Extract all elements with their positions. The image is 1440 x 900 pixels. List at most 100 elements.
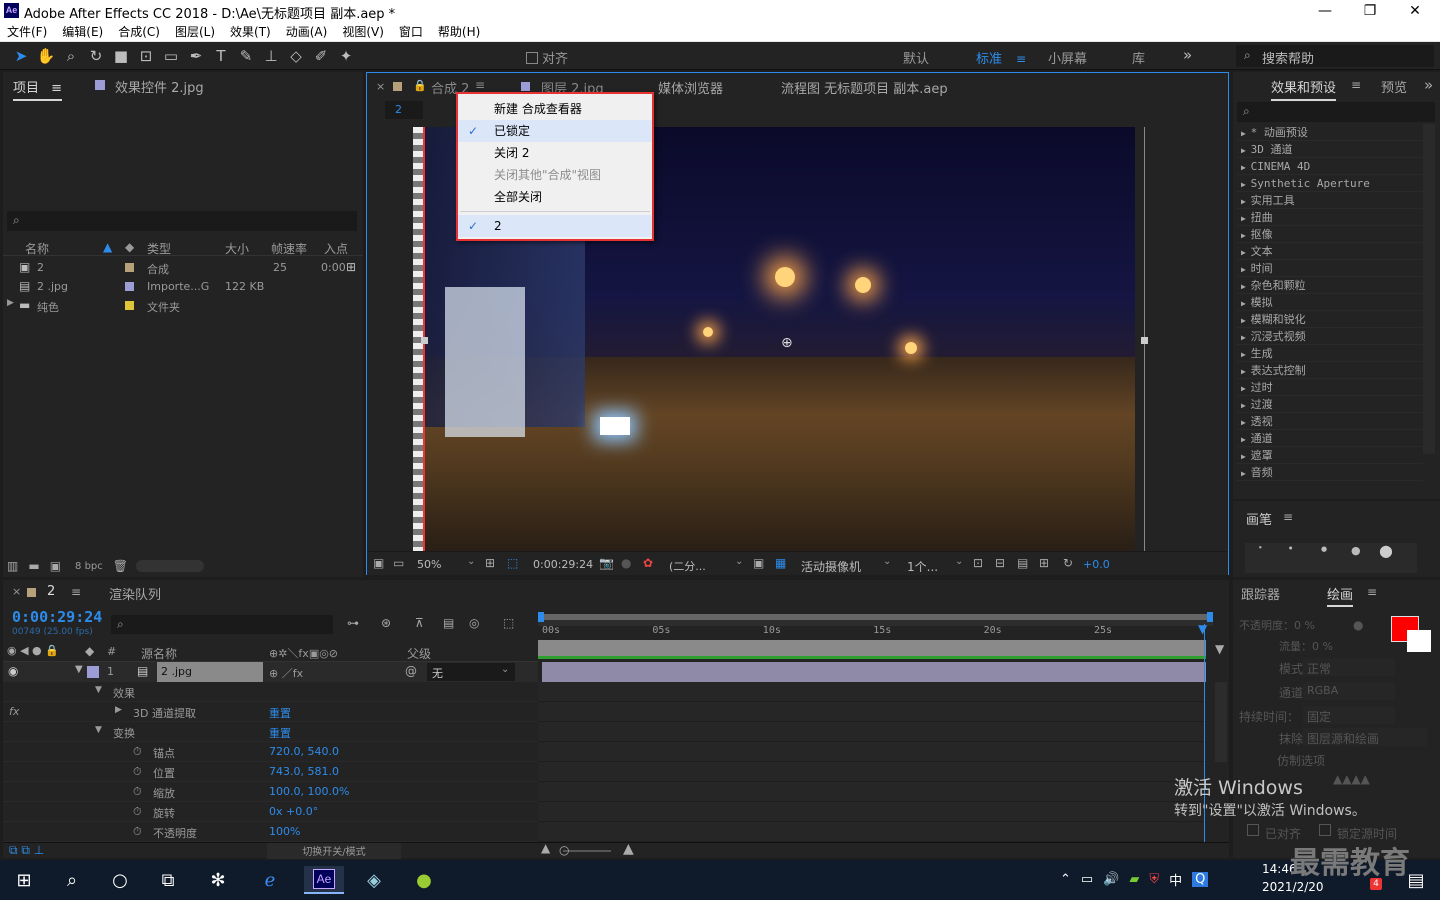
show-snapshot-icon[interactable]: ● [621, 556, 631, 570]
menu-edit[interactable]: 编辑(E) [62, 22, 103, 42]
work-area-start-handle[interactable] [538, 612, 544, 622]
close-button[interactable]: ✕ [1392, 0, 1438, 22]
layer-duration-bar[interactable] [542, 662, 1206, 682]
effects-category[interactable]: ▶ 文本 [1237, 243, 1423, 260]
shy-layers-icon[interactable]: ⊼ [415, 616, 424, 630]
fx-icon[interactable]: fx [9, 705, 19, 718]
network-icon[interactable]: ▭ [1081, 872, 1093, 887]
camera-dropdown[interactable]: 活动摄像机 [801, 558, 861, 575]
layer-row[interactable]: ◉ ▼ 1 ▤ 2 .jpg ⊕ ／fx @ 无 ⌄ [3, 662, 538, 682]
view-layout-dropdown[interactable]: 1个... [907, 558, 938, 575]
property-track[interactable] [538, 782, 1206, 802]
menu-locked[interactable]: ✓ 已锁定 [458, 120, 652, 142]
project-row[interactable]: ▶ ▬ 纯色 文件夹 [3, 296, 363, 315]
thumbnail-slider[interactable] [136, 560, 204, 572]
expand-arrow-icon[interactable]: ▶ [1241, 367, 1251, 376]
menu-new-comp-viewer[interactable]: 新建 合成查看器 [458, 98, 652, 120]
menu-window[interactable]: 窗口 [399, 22, 423, 42]
expand-arrow-icon[interactable]: ▶ [1241, 231, 1251, 240]
panel-menu-icon[interactable]: ≡ [475, 78, 485, 92]
aligned-checkbox[interactable] [1247, 824, 1259, 836]
mask-visibility-icon[interactable]: ⬚ [507, 556, 518, 570]
workspace-small-screen[interactable]: 小屏幕 [1048, 48, 1087, 67]
toggle-pixel-aspect-icon[interactable]: ⊡ [973, 556, 983, 570]
expand-arrow-icon[interactable]: ▶ [1241, 418, 1251, 427]
interpret-footage-icon[interactable]: ▥ [7, 559, 18, 573]
lock-source-checkbox[interactable] [1319, 824, 1331, 836]
zoom-dropdown[interactable]: 50% [417, 558, 441, 571]
effects-search-input[interactable]: ⌕ [1237, 102, 1435, 122]
expand-arrow-icon[interactable]: ▶ [1241, 401, 1251, 410]
channel-dropdown[interactable]: RGBA [1303, 682, 1395, 700]
motion-blur-icon[interactable]: ◎ [469, 616, 479, 630]
effects-category[interactable]: ▶ 杂色和颗粒 [1237, 277, 1423, 294]
hand-tool-icon[interactable]: ✋ [35, 45, 57, 67]
layer-handle[interactable] [1141, 337, 1148, 344]
timeline-nav-icon[interactable]: ▼ [1215, 642, 1224, 656]
effects-scrollbar[interactable] [1423, 124, 1435, 454]
project-search-input[interactable]: ⌕ [7, 211, 357, 231]
workspace-library[interactable]: 库 [1132, 48, 1145, 67]
property-row[interactable]: ⏱ 不透明度 100% [3, 822, 538, 842]
menu-file[interactable]: 文件(F) [7, 22, 47, 42]
flowchart-icon[interactable]: ⊞ [1039, 556, 1049, 570]
monitor-icon[interactable]: ▭ [393, 556, 404, 570]
col-in-point[interactable]: 入点 [324, 240, 348, 257]
volume-icon[interactable]: 🔊 [1103, 872, 1119, 887]
panel-menu-icon[interactable]: ≡ [51, 81, 62, 96]
comp-subtab[interactable]: 2 [385, 101, 423, 119]
stopwatch-icon[interactable]: ⏱ [133, 765, 142, 779]
expand-arrow-icon[interactable]: ▶ [1241, 248, 1251, 257]
expand-arrow-icon[interactable]: ▶ [1241, 350, 1251, 359]
property-value[interactable]: 720.0, 540.0 [269, 745, 339, 758]
menu-composition[interactable]: 合成(C) [118, 22, 160, 42]
more-panels-icon[interactable]: » [1424, 76, 1433, 94]
draft-3d-icon[interactable]: ⊛ [381, 616, 391, 630]
app-ball-icon[interactable]: ● [404, 866, 444, 894]
effects-category[interactable]: ▶ 3D 通道 [1237, 141, 1423, 158]
tab-paint[interactable]: 绘画 [1327, 584, 1354, 607]
expand-arrow-icon[interactable]: ▶ [1241, 129, 1251, 138]
pen-tool-icon[interactable]: ✒ [185, 45, 207, 67]
project-row[interactable]: ▣ 2 合成 25 0:00 ⊞ [3, 258, 363, 277]
grid-guide-icon[interactable]: ⊞ [485, 556, 495, 570]
menu-comp-2[interactable]: ✓ 2 [458, 215, 652, 237]
expand-arrow-icon[interactable]: ▶ [1241, 435, 1251, 444]
tab-flowchart[interactable]: 流程图 无标题项目 副本.aep [781, 78, 948, 97]
clock-date[interactable]: 2021/2/20 [1262, 880, 1324, 894]
flowchart-icon[interactable]: ⊞ [346, 260, 356, 274]
puppet-tool-icon[interactable]: ✦ [335, 45, 357, 67]
expand-arrow-icon[interactable]: ▶ [1241, 197, 1251, 206]
tab-preview[interactable]: 预览 [1381, 77, 1407, 96]
pan-behind-tool-icon[interactable]: ⊡ [135, 45, 157, 67]
align-checkbox[interactable] [526, 51, 538, 64]
effects-category[interactable]: ▶ 过时 [1237, 379, 1423, 396]
property-value[interactable]: 重置 [269, 725, 291, 741]
menu-layer[interactable]: 图层(L) [175, 22, 215, 42]
panel-menu-icon[interactable]: ≡ [71, 585, 81, 599]
effects-category[interactable]: ▶ 生成 [1237, 345, 1423, 362]
paint-opacity[interactable]: 不透明度：0 % [1239, 617, 1315, 633]
property-value[interactable]: 0x +0.0° [269, 805, 318, 818]
tab-timeline-comp[interactable]: 2 [47, 584, 55, 599]
timeline-icon[interactable]: ▤ [1017, 556, 1028, 570]
rectangle-tool-icon[interactable]: ▭ [160, 45, 182, 67]
transparency-grid-icon[interactable]: ▦ [775, 556, 786, 570]
property-track[interactable] [538, 762, 1206, 782]
stopwatch-icon[interactable]: ⏱ [133, 825, 142, 839]
search-help-field[interactable]: ⌕ 搜索帮助 [1236, 45, 1434, 67]
menu-effect[interactable]: 效果(T) [230, 22, 271, 42]
effects-category[interactable]: ▶ 时间 [1237, 260, 1423, 277]
erase-dropdown[interactable]: 图层源和绘画 [1303, 728, 1427, 746]
panel-menu-icon[interactable]: ≡ [1351, 78, 1361, 92]
clone-stamp-tool-icon[interactable]: ⊥ [260, 45, 282, 67]
property-row[interactable]: ⏱ 缩放 100.0, 100.0% [3, 782, 538, 802]
panel-menu-icon[interactable]: ≡ [1283, 510, 1293, 524]
workspace-menu-icon[interactable]: ≡ [1016, 52, 1026, 66]
brush-tool-icon[interactable]: ✎ [235, 45, 257, 67]
layer-switches[interactable]: ⊕ ／fx [269, 665, 303, 681]
col-source-name[interactable]: 源名称 [141, 645, 177, 662]
effects-category[interactable]: ▶ 模拟 [1237, 294, 1423, 311]
property-value[interactable]: 100% [269, 825, 300, 838]
expand-arrow-icon[interactable]: ▼ [95, 685, 102, 695]
